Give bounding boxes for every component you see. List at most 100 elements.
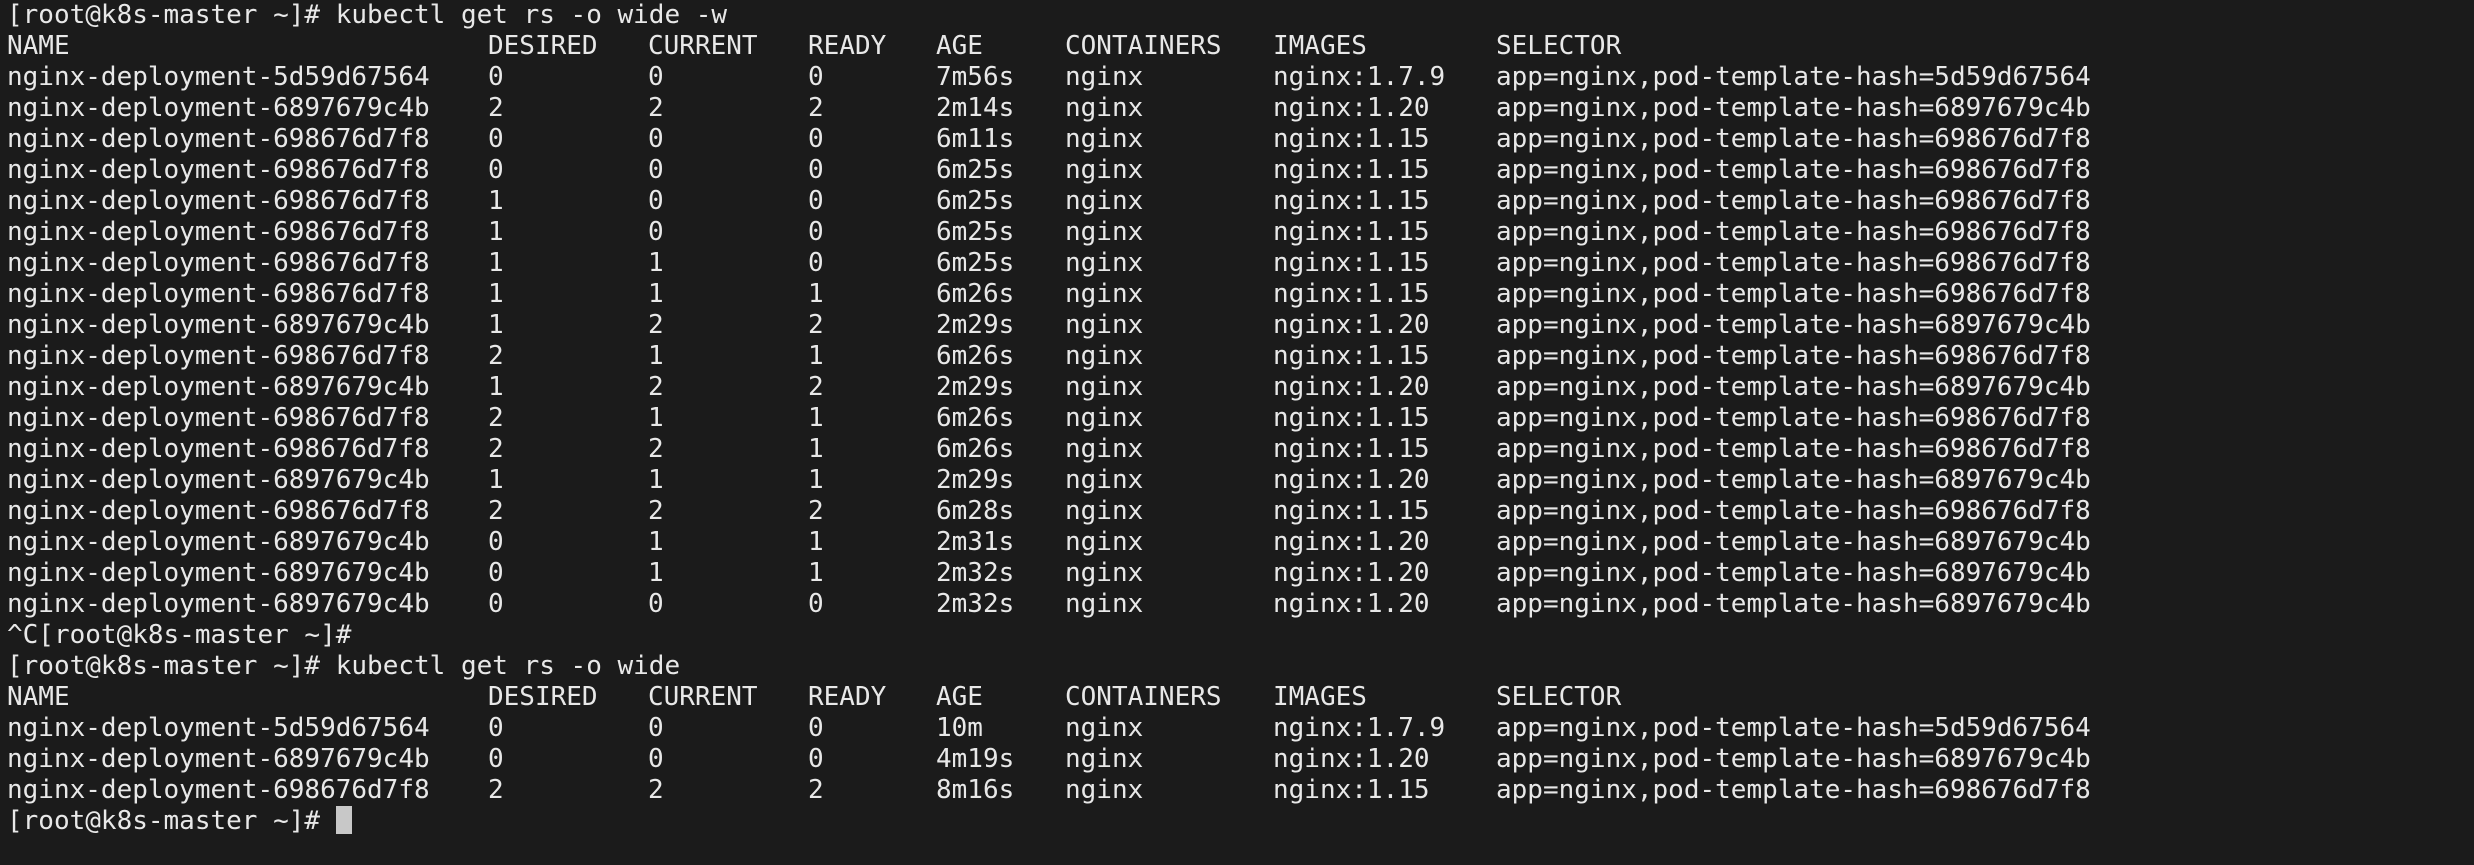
cell-ready: 0 (808, 744, 824, 774)
table-row: nginx-deployment-698676d7f8 1 0 0 6m25s nginx… (7, 186, 2474, 217)
cell-ready: 2 (808, 372, 824, 402)
cell-images: nginx:1.20 (1273, 744, 1430, 774)
cell-name: nginx-deployment-698676d7f8 (7, 434, 430, 464)
table-row: nginx-deployment-6897679c4b 0 0 0 2m32s nginx… (7, 589, 2474, 620)
cell-ready: 0 (808, 217, 824, 247)
cell-images: nginx:1.15 (1273, 186, 1430, 216)
cell-containers: nginx (1065, 62, 1144, 92)
table-row: nginx-deployment-6897679c4b 0 0 0 4m19s nginx… (7, 744, 2474, 775)
cell-containers: nginx (1065, 496, 1144, 526)
table-row: nginx-deployment-698676d7f8 0 0 0 6m25s nginx… (7, 155, 2474, 186)
table-header: NAME DESIRED CURRENT READY AGE CONTAINER… (7, 31, 2474, 62)
header-containers: CONTAINERS (1065, 682, 1222, 712)
cell-ready: 2 (808, 310, 824, 340)
cell-name: nginx-deployment-5d59d67564 (7, 713, 430, 743)
cell-ready: 1 (808, 341, 824, 371)
cell-desired: 1 (488, 186, 504, 216)
table-row: nginx-deployment-698676d7f8 2 2 1 6m26s nginx… (7, 434, 2474, 465)
cell-desired: 2 (488, 403, 504, 433)
command-text: kubectl get rs -o wide -w (335, 0, 728, 30)
cell-selector: app=nginx,pod-template-hash=5d59d67564 (1496, 713, 2091, 743)
cell-age: 2m29s (936, 372, 1015, 402)
watch-output: nginx-deployment-5d59d67564 0 0 0 7m56s nginx… (7, 62, 2474, 620)
cell-containers: nginx (1065, 124, 1144, 154)
cell-images: nginx:1.20 (1273, 310, 1430, 340)
header-selector: SELECTOR (1496, 682, 1622, 712)
header-current: CURRENT (648, 31, 758, 61)
cell-ready: 0 (808, 589, 824, 619)
header-age: AGE (936, 31, 983, 61)
cell-ready: 1 (808, 558, 824, 588)
cell-desired: 1 (488, 310, 504, 340)
cell-selector: app=nginx,pod-template-hash=698676d7f8 (1496, 155, 2091, 185)
cell-containers: nginx (1065, 713, 1144, 743)
header-name: NAME (7, 31, 70, 61)
cell-ready: 1 (808, 403, 824, 433)
table-row: nginx-deployment-698676d7f8 2 2 2 8m16s nginx… (7, 775, 2474, 806)
cell-current: 1 (648, 248, 664, 278)
cell-desired: 1 (488, 372, 504, 402)
cell-current: 0 (648, 744, 664, 774)
cell-current: 2 (648, 93, 664, 123)
cell-name: nginx-deployment-698676d7f8 (7, 124, 430, 154)
cell-age: 6m25s (936, 217, 1015, 247)
cell-images: nginx:1.15 (1273, 124, 1430, 154)
cell-name: nginx-deployment-698676d7f8 (7, 279, 430, 309)
cell-selector: app=nginx,pod-template-hash=5d59d67564 (1496, 62, 2091, 92)
cell-images: nginx:1.20 (1273, 372, 1430, 402)
cell-name: nginx-deployment-6897679c4b (7, 589, 430, 619)
cell-name: nginx-deployment-698676d7f8 (7, 775, 430, 805)
cell-selector: app=nginx,pod-template-hash=6897679c4b (1496, 527, 2091, 557)
table-row: nginx-deployment-698676d7f8 1 0 0 6m25s nginx… (7, 217, 2474, 248)
table-header: NAME DESIRED CURRENT READY AGE CONTAINER… (7, 682, 2474, 713)
cell-containers: nginx (1065, 372, 1144, 402)
cell-desired: 0 (488, 558, 504, 588)
cell-age: 6m25s (936, 186, 1015, 216)
table-row: nginx-deployment-698676d7f8 2 1 1 6m26s nginx… (7, 403, 2474, 434)
cell-containers: nginx (1065, 186, 1144, 216)
interrupt-line: ^C[root@k8s-master ~]# (7, 620, 352, 650)
cell-current: 0 (648, 62, 664, 92)
cell-age: 2m29s (936, 465, 1015, 495)
header-ready: READY (808, 682, 887, 712)
cell-selector: app=nginx,pod-template-hash=698676d7f8 (1496, 279, 2091, 309)
cell-images: nginx:1.20 (1273, 558, 1430, 588)
cell-images: nginx:1.15 (1273, 434, 1430, 464)
cell-containers: nginx (1065, 248, 1144, 278)
cell-current: 1 (648, 403, 664, 433)
cell-images: nginx:1.20 (1273, 527, 1430, 557)
header-selector: SELECTOR (1496, 31, 1622, 61)
terminal-window[interactable]: [root@k8s-master ~]# kubectl get rs -o w… (0, 0, 2474, 865)
cell-containers: nginx (1065, 155, 1144, 185)
cell-images: nginx:1.15 (1273, 341, 1430, 371)
cell-containers: nginx (1065, 744, 1144, 774)
header-ready: READY (808, 31, 887, 61)
cell-age: 2m29s (936, 310, 1015, 340)
header-containers: CONTAINERS (1065, 31, 1222, 61)
cell-images: nginx:1.20 (1273, 93, 1430, 123)
cell-age: 8m16s (936, 775, 1015, 805)
cell-age: 6m26s (936, 279, 1015, 309)
cell-age: 6m26s (936, 434, 1015, 464)
cell-age: 6m26s (936, 403, 1015, 433)
cell-selector: app=nginx,pod-template-hash=698676d7f8 (1496, 775, 2091, 805)
cell-current: 0 (648, 124, 664, 154)
cell-desired: 2 (488, 341, 504, 371)
cell-name: nginx-deployment-698676d7f8 (7, 217, 430, 247)
cell-age: 2m31s (936, 527, 1015, 557)
cell-images: nginx:1.15 (1273, 248, 1430, 278)
cell-current: 0 (648, 155, 664, 185)
cell-name: nginx-deployment-6897679c4b (7, 465, 430, 495)
cell-desired: 1 (488, 248, 504, 278)
cell-containers: nginx (1065, 589, 1144, 619)
cell-images: nginx:1.7.9 (1273, 62, 1446, 92)
header-current: CURRENT (648, 682, 758, 712)
final-command-line[interactable]: [root@k8s-master ~]# (7, 806, 2474, 837)
cell-ready: 0 (808, 155, 824, 185)
cell-age: 10m (936, 713, 983, 743)
cell-ready: 1 (808, 434, 824, 464)
cell-ready: 2 (808, 775, 824, 805)
cell-desired: 2 (488, 496, 504, 526)
cell-age: 7m56s (936, 62, 1015, 92)
header-images: IMAGES (1273, 682, 1367, 712)
